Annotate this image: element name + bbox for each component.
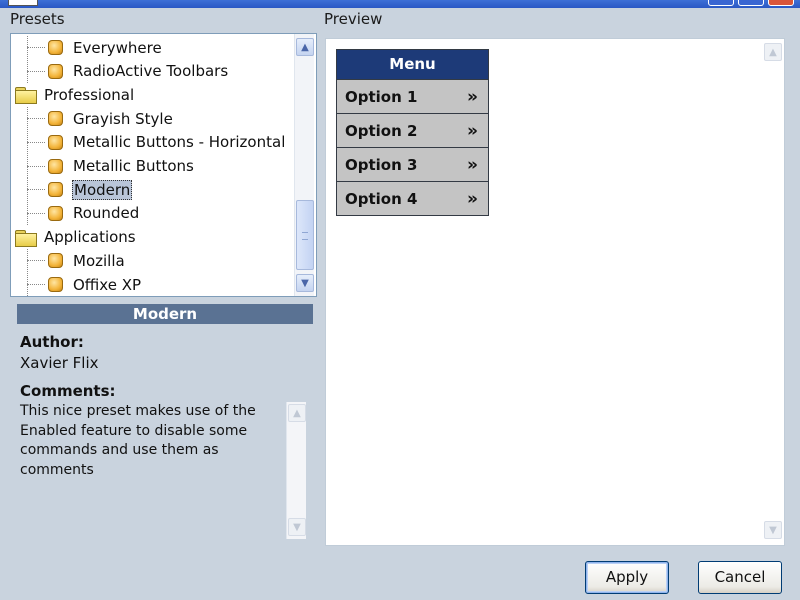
comments-label: Comments: [20,382,116,400]
folder-icon [15,229,37,247]
tree-connector [27,178,47,202]
menu-option[interactable]: Option 3 » [337,147,488,181]
tree-item-label: Metallic Buttons - Horizontal [73,133,286,152]
tree-connector [27,154,47,178]
tree-item[interactable]: Modern [27,178,133,202]
app-icon [8,0,38,6]
tree-connector [27,130,47,154]
tree-item[interactable]: Mozilla [27,249,126,273]
author-value: Xavier Flix [20,354,99,372]
comments-text: This nice preset makes use of the Enable… [20,403,256,478]
scroll-down-icon[interactable]: ▼ [296,274,314,292]
double-chevron-right-icon: » [467,188,478,209]
cancel-button[interactable]: Cancel [698,561,782,594]
preview-area: Menu Option 1» Option 2» Option 3» Option 4… [325,38,785,546]
tree-item-label: Modern [72,179,133,200]
preset-icon [48,40,63,55]
menu-option[interactable]: Option 4 » [337,181,488,215]
tree-item-label: Offixe XP [73,275,142,294]
tree-connector [27,273,47,296]
preview-scrollbar[interactable]: ▲ ▼ [763,39,783,545]
maximize-button[interactable] [738,0,764,6]
preset-icon [48,182,63,198]
scroll-thumb[interactable] [296,200,314,270]
presets-scrollbar[interactable]: ▲ ▼ [294,34,314,296]
comments-box: This nice preset makes use of the Enable… [17,402,310,539]
menu-option-label: Option 4 [345,189,418,208]
scroll-up-icon[interactable]: ▲ [288,404,306,422]
menu-option[interactable]: Option 1 » [337,79,488,113]
preset-icon [48,111,63,127]
close-window-button[interactable] [768,0,794,6]
presets-label: Presets [10,10,65,28]
preset-icon [48,158,63,174]
tree-item[interactable]: Metallic Buttons - Horizontal [27,130,286,154]
preset-icon [48,205,63,221]
tree-item-label: Everywhere [73,38,162,57]
tree-item[interactable]: Rounded [27,201,140,225]
tree-item[interactable]: Everywhere [27,36,163,59]
apply-button[interactable]: Apply [585,561,669,594]
tree-connector [27,201,47,225]
tree-folder[interactable]: Applications [15,226,137,249]
tree-item-label: Professional [44,85,135,104]
tree-item-label: Grayish Style [73,109,173,128]
tree-connector [27,36,47,59]
preset-icon [48,277,63,292]
menu-option[interactable]: Option 2 » [337,113,488,147]
scroll-down-icon[interactable]: ▼ [288,518,306,536]
minimize-button[interactable] [708,0,734,6]
preview-label: Preview [324,10,383,28]
tree-folder[interactable]: Professional [15,83,135,106]
preset-icon [48,134,63,150]
tree-item-label: Metallic Buttons [73,157,194,175]
preview-menu: Menu Option 1» Option 2» Option 3» Option 4… [336,49,489,216]
tree-item[interactable]: Grayish Style [27,107,174,131]
scroll-up-icon[interactable]: ▲ [296,38,314,56]
tree-item-label: RadioActive Toolbars [73,62,229,81]
tree-item-label: Rounded [73,204,140,223]
double-chevron-right-icon: » [467,120,478,141]
scroll-up-icon[interactable]: ▲ [764,43,782,61]
scroll-down-icon[interactable]: ▼ [764,521,782,539]
menu-option-label: Option 1 [345,87,418,106]
preset-info-title: Modern [17,304,313,324]
title-bar [0,0,800,8]
tree-item[interactable]: Offixe XP [27,273,142,296]
tree-item[interactable]: RadioActive Toolbars [27,59,229,83]
tree-item-label: Mozilla [73,251,125,270]
menu-header: Menu [337,50,488,79]
comments-scrollbar[interactable]: ▲ ▼ [286,402,306,539]
preset-icon [48,253,63,269]
menu-option-label: Option 3 [345,155,418,174]
tree-item-label: Applications [44,228,136,247]
presets-tree[interactable]: Everywhere RadioActive Toolbars Profession… [10,33,317,297]
tree-item[interactable]: Metallic Buttons [27,154,195,178]
tree-connector [27,107,47,131]
double-chevron-right-icon: » [467,154,478,175]
tree-connector [27,59,47,83]
preset-icon [48,63,63,79]
author-label: Author: [20,333,84,351]
tree-connector [27,249,47,273]
menu-option-label: Option 2 [345,121,418,140]
folder-icon [15,87,37,105]
double-chevron-right-icon: » [467,86,478,107]
